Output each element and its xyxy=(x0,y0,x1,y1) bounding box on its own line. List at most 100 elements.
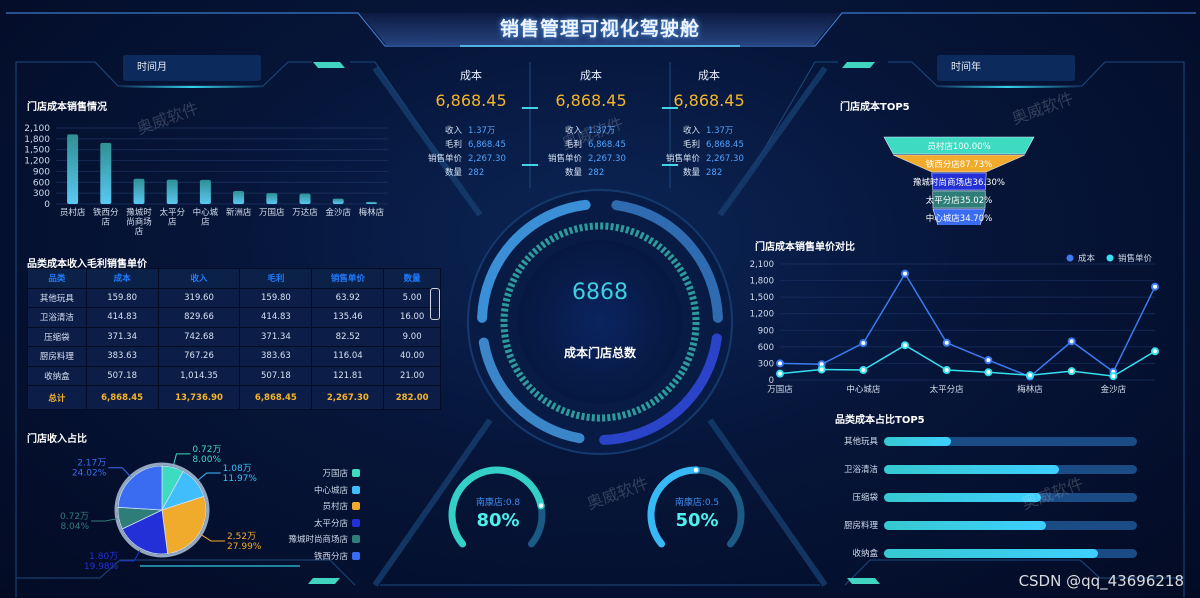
table-row[interactable]: 收纳盒 507.18 1,014.35 507.18 121.81 21.00 xyxy=(27,365,441,386)
pie-percent-label: 19.98% xyxy=(84,562,119,572)
kpi-row-label: 收入 xyxy=(444,126,462,136)
data-point xyxy=(1067,367,1076,376)
hbar-track xyxy=(884,464,1137,474)
store-cost-funnel: 员村店100.00% 铁西分店87.73% 豫城时尚商场店36.30% 太平分店35.… xyxy=(883,136,1035,225)
bar xyxy=(100,142,112,204)
table-cell: 135.46 xyxy=(311,307,385,328)
legend-swatch xyxy=(352,485,360,494)
bar xyxy=(233,190,245,204)
pie-leader-line xyxy=(108,467,131,477)
pie-leader-line xyxy=(172,453,191,466)
table-total-cell: 总计 xyxy=(27,385,87,410)
kpi-row-value: 6,868.45 xyxy=(706,140,744,150)
kpi-block: 成本 6,868.45 收入 1.37万 毛利 6,868.45 销售单价 2,267.3… xyxy=(650,67,768,180)
funnel-title: 门店成本TOP5 xyxy=(840,102,910,113)
x-tick-label: 店 xyxy=(201,217,210,228)
legend-swatch xyxy=(352,502,360,511)
table-cell: 319.60 xyxy=(157,287,241,308)
y-tick-label: 300 xyxy=(758,359,774,369)
bar xyxy=(299,193,311,204)
hbar-label: 厨房料理 xyxy=(843,521,878,531)
table-cell: 卫浴清洁 xyxy=(27,307,87,328)
table-cell: 21.00 xyxy=(383,365,441,386)
funnel-label: 中心城店34.70% xyxy=(926,213,992,224)
table-header-cell[interactable]: 成本 xyxy=(85,268,159,289)
pie-percent-label: 8.00% xyxy=(192,455,221,465)
bar xyxy=(133,178,145,204)
table-cell: 507.18 xyxy=(85,365,159,386)
kpi-row-value: 1.37万 xyxy=(706,126,734,136)
gauge-2-label: 南康店:0.5 xyxy=(674,498,720,508)
x-tick-label: 铁西分 xyxy=(93,207,119,218)
data-point xyxy=(776,359,784,368)
legend-item[interactable]: 太平分店 xyxy=(270,515,360,532)
table-cell: 742.68 xyxy=(157,326,241,347)
x-tick-label: 万国店 xyxy=(259,207,285,218)
table-cell: 507.18 xyxy=(239,365,313,386)
kpi-row: 数量 282 xyxy=(532,166,650,180)
legend-item[interactable]: 员村店 xyxy=(270,498,360,515)
bar xyxy=(332,198,344,204)
table-scrollbar[interactable] xyxy=(430,288,440,320)
funnel-label: 员村店100.00% xyxy=(927,141,990,152)
kpi-row: 销售单价 2,267.30 xyxy=(650,152,768,166)
x-tick-label: 员村店 xyxy=(60,207,86,218)
table-row[interactable]: 压缩袋 371.34 742.68 371.34 82.52 9.00 xyxy=(27,326,441,347)
table-row[interactable]: 厨房料理 383.63 767.26 383.63 116.04 40.00 xyxy=(27,346,441,367)
data-point xyxy=(1109,372,1118,381)
bar xyxy=(199,179,211,204)
legend-item[interactable]: 铁西分店 xyxy=(270,548,360,565)
kpi-row-label: 销售单价 xyxy=(547,154,582,164)
kpi-row-label: 数量 xyxy=(564,168,582,178)
hbar-track xyxy=(884,492,1137,502)
pie-value-label: 1.08万 xyxy=(223,464,252,474)
table-header-cell[interactable]: 销售单价 xyxy=(311,268,385,289)
year-filter[interactable]: 时间年 xyxy=(937,55,1075,81)
table-total-cell: 282.00 xyxy=(383,385,441,410)
y-tick-label: 0 xyxy=(44,200,50,210)
kpi-block: 成本 6,868.45 收入 1.37万 毛利 6,868.45 销售单价 2,267.3… xyxy=(412,67,530,180)
kpi-row: 数量 282 xyxy=(412,166,530,180)
pie-slice xyxy=(117,465,163,511)
table-header-cell[interactable]: 品类 xyxy=(27,268,87,289)
bar xyxy=(166,179,178,204)
hbar-fill xyxy=(884,436,952,446)
table-total-row: 总计 6,868.45 13,736.90 6,868.45 2,267.30 282.0… xyxy=(27,385,441,410)
table-header-cell[interactable]: 收入 xyxy=(157,268,241,289)
pie-value-label: 1.80万 xyxy=(89,552,118,562)
y-tick-label: 300 xyxy=(33,189,50,199)
table-cell: 63.92 xyxy=(311,287,385,308)
table-cell: 159.80 xyxy=(239,287,313,308)
data-point xyxy=(1151,282,1159,291)
pie-value-label: 0.72万 xyxy=(60,512,89,522)
data-point xyxy=(984,356,993,365)
table-header-cell[interactable]: 数量 xyxy=(383,268,441,289)
table-header-cell[interactable]: 毛利 xyxy=(239,268,313,289)
revenue-pie-chart: 0.72万8.00%1.08万11.97%2.52万27.99%1.80万19.… xyxy=(60,445,262,572)
legend-label: 太平分店 xyxy=(313,518,348,529)
legend-label: 中心城店 xyxy=(313,485,348,496)
table-cell: 厨房料理 xyxy=(27,346,87,367)
data-point xyxy=(859,366,868,375)
legend-item[interactable]: 豫城时尚商场店 xyxy=(270,531,360,548)
x-tick-label: 新洲店 xyxy=(226,207,252,218)
data-point xyxy=(942,366,951,375)
x-tick-label: 豫城时 xyxy=(126,207,152,218)
kpi-row-label: 数量 xyxy=(444,168,462,178)
table-row[interactable]: 其他玩具 159.80 319.60 159.80 63.92 5.00 xyxy=(27,287,441,308)
y-tick-label: 2,100 xyxy=(24,124,50,134)
table-cell: 383.63 xyxy=(239,346,313,367)
kpi-row-value: 282 xyxy=(706,168,723,178)
x-tick-label: 金沙店 xyxy=(1101,384,1127,395)
kpi-row-value: 6,868.45 xyxy=(468,140,506,150)
data-point xyxy=(1067,337,1076,346)
hbar-track xyxy=(884,548,1137,558)
hbar-label: 卫浴清洁 xyxy=(843,465,878,475)
legend-item[interactable]: 万国店 xyxy=(270,465,360,482)
table-row[interactable]: 卫浴清洁 414.83 829.66 414.83 135.46 16.00 xyxy=(27,307,441,328)
kpi-row-value: 282 xyxy=(588,168,605,178)
legend-item[interactable]: 中心城店 xyxy=(270,482,360,499)
month-filter[interactable]: 时间月 xyxy=(123,55,261,81)
cost-price-line-chart: 03006009001,2001,5001,8002,100万国店 中心城店 太平分… xyxy=(750,253,1159,395)
x-tick-label: 店 xyxy=(102,217,111,228)
